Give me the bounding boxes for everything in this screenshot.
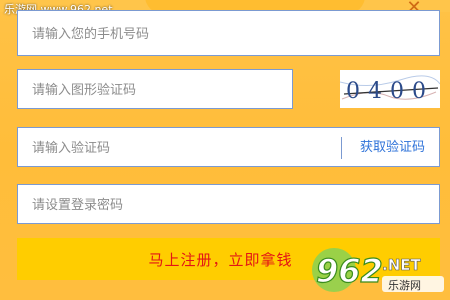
captcha-field[interactable] — [17, 69, 293, 109]
sms-code-input[interactable] — [18, 128, 338, 166]
captcha-input[interactable] — [18, 70, 292, 108]
password-input[interactable] — [18, 185, 439, 223]
register-button-label: 马上注册，立即拿钱 — [148, 251, 293, 269]
get-code-button[interactable]: 获取验证码 — [360, 128, 425, 168]
phone-input[interactable] — [18, 11, 439, 55]
captcha-graphic: 0400 — [340, 75, 440, 104]
phone-field[interactable] — [17, 10, 440, 56]
captcha-image[interactable]: 0400 — [340, 70, 440, 108]
password-field[interactable] — [17, 184, 440, 224]
register-button[interactable]: 马上注册，立即拿钱 — [17, 238, 440, 280]
field-divider — [341, 137, 342, 159]
captcha-text: 0400 — [346, 79, 434, 104]
sms-code-field[interactable]: 获取验证码 — [17, 127, 440, 167]
registration-screen: ✕ 乐游网 www.962.net 0400 获取验证码 马上注册，立即拿钱 — [0, 0, 450, 300]
logo-sub-text: 乐游网 — [388, 279, 421, 292]
